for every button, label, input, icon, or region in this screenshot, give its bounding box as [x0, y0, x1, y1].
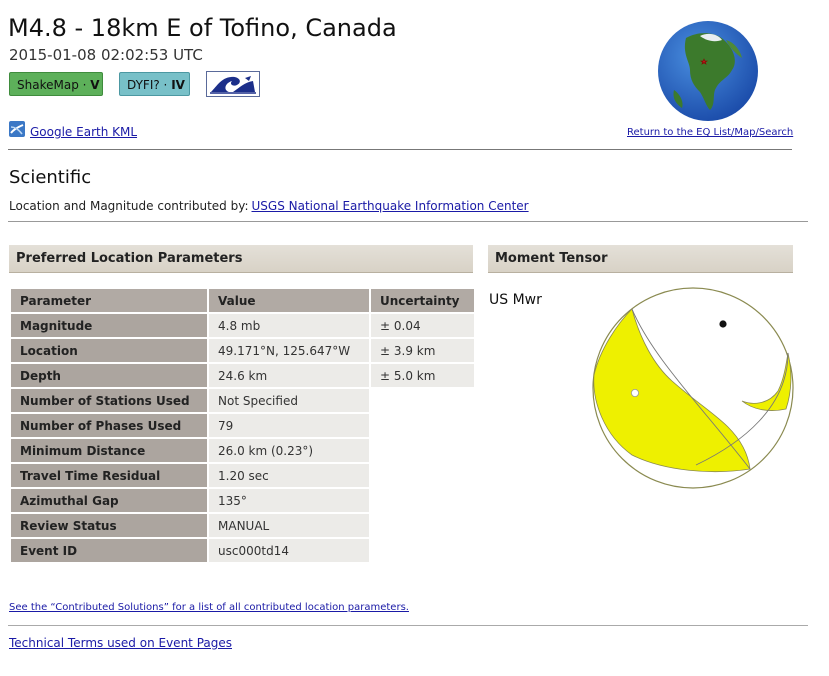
- dyfi-badge[interactable]: DYFI? · IV: [119, 72, 190, 96]
- beachball-diagram[interactable]: [592, 287, 794, 489]
- globe-map-icon[interactable]: [656, 20, 760, 122]
- parameter-name-cell: Review Status: [11, 514, 207, 537]
- moment-tensor-header: Moment Tensor: [488, 245, 793, 273]
- table-row: Review Status MANUAL: [11, 514, 474, 537]
- parameter-uncertainty-cell: ± 3.9 km: [371, 339, 474, 362]
- shakemap-label: ShakeMap: [17, 78, 79, 92]
- contributed-solutions-link[interactable]: See the “Contributed Solutions” for a li…: [9, 602, 409, 613]
- divider: [8, 625, 808, 626]
- contributor-line: Location and Magnitude contributed by: US…: [9, 199, 529, 213]
- table-row: Minimum Distance 26.0 km (0.23°): [11, 439, 474, 462]
- parameter-value-cell: 79: [209, 414, 369, 437]
- shakemap-separator: ·: [78, 78, 91, 92]
- empty-cell: [371, 514, 474, 537]
- divider: [8, 149, 792, 150]
- table-row: Magnitude 4.8 mb ± 0.04: [11, 314, 474, 337]
- shakemap-badge[interactable]: ShakeMap · V: [9, 72, 103, 96]
- contributor-prefix: Location and Magnitude contributed by:: [9, 199, 249, 213]
- table-row: Number of Phases Used 79: [11, 414, 474, 437]
- parameter-name-cell: Event ID: [11, 539, 207, 562]
- empty-cell: [371, 539, 474, 562]
- parameter-name-cell: Magnitude: [11, 314, 207, 337]
- shakemap-level: V: [90, 78, 100, 92]
- parameter-name-cell: Number of Stations Used: [11, 389, 207, 412]
- location-parameters-table: Parameter Value Uncertainty Magnitude 4.8…: [9, 287, 476, 564]
- column-header-uncertainty: Uncertainty: [371, 289, 474, 312]
- parameter-value-cell: 49.171°N, 125.647°W: [209, 339, 369, 362]
- event-title: M4.8 - 18km E of Tofino, Canada: [8, 14, 397, 42]
- parameter-name-cell: Location: [11, 339, 207, 362]
- empty-cell: [371, 414, 474, 437]
- parameter-uncertainty-cell: ± 0.04: [371, 314, 474, 337]
- parameter-uncertainty-cell: ± 5.0 km: [371, 364, 474, 387]
- google-earth-kml-link[interactable]: Google Earth KML: [30, 125, 137, 139]
- event-datetime: 2015-01-08 02:02:53 UTC: [9, 46, 203, 64]
- table-row: Travel Time Residual 1.20 sec: [11, 464, 474, 487]
- table-row: Number of Stations Used Not Specified: [11, 389, 474, 412]
- parameter-value-cell: 135°: [209, 489, 369, 512]
- parameter-name-cell: Azimuthal Gap: [11, 489, 207, 512]
- table-row: Location 49.171°N, 125.647°W ± 3.9 km: [11, 339, 474, 362]
- parameter-name-cell: Depth: [11, 364, 207, 387]
- section-heading-scientific: Scientific: [9, 167, 92, 188]
- dyfi-separator: ·: [159, 78, 172, 92]
- table-row: Depth 24.6 km ± 5.0 km: [11, 364, 474, 387]
- dyfi-level: IV: [171, 78, 185, 92]
- parameter-value-cell: MANUAL: [209, 514, 369, 537]
- column-header-parameter: Parameter: [11, 289, 207, 312]
- parameter-name-cell: Number of Phases Used: [11, 414, 207, 437]
- table-header-row: Parameter Value Uncertainty: [11, 289, 474, 312]
- tsunami-wave-icon[interactable]: [206, 71, 260, 97]
- return-to-eq-list-link[interactable]: Return to the EQ List/Map/Search: [627, 127, 793, 138]
- moment-tensor-type-label: US Mwr: [489, 292, 542, 308]
- parameter-value-cell: 24.6 km: [209, 364, 369, 387]
- p-axis-dot: [631, 389, 640, 398]
- table-row: Azimuthal Gap 135°: [11, 489, 474, 512]
- empty-cell: [371, 439, 474, 462]
- divider: [8, 221, 808, 222]
- parameter-value-cell: usc000td14: [209, 539, 369, 562]
- parameter-value-cell: 4.8 mb: [209, 314, 369, 337]
- empty-cell: [371, 489, 474, 512]
- technical-terms-link[interactable]: Technical Terms used on Event Pages: [9, 636, 232, 650]
- empty-cell: [371, 389, 474, 412]
- parameter-value-cell: 1.20 sec: [209, 464, 369, 487]
- parameter-value-cell: 26.0 km (0.23°): [209, 439, 369, 462]
- google-earth-icon[interactable]: [9, 121, 25, 137]
- parameter-name-cell: Minimum Distance: [11, 439, 207, 462]
- location-section-header: Preferred Location Parameters: [9, 245, 473, 273]
- table-row: Event ID usc000td14: [11, 539, 474, 562]
- column-header-value: Value: [209, 289, 369, 312]
- dyfi-label: DYFI?: [127, 78, 160, 92]
- empty-cell: [371, 464, 474, 487]
- t-axis-dot: [719, 320, 727, 328]
- parameter-value-cell: Not Specified: [209, 389, 369, 412]
- contributor-link[interactable]: USGS National Earthquake Information Cen…: [252, 199, 529, 213]
- parameter-name-cell: Travel Time Residual: [11, 464, 207, 487]
